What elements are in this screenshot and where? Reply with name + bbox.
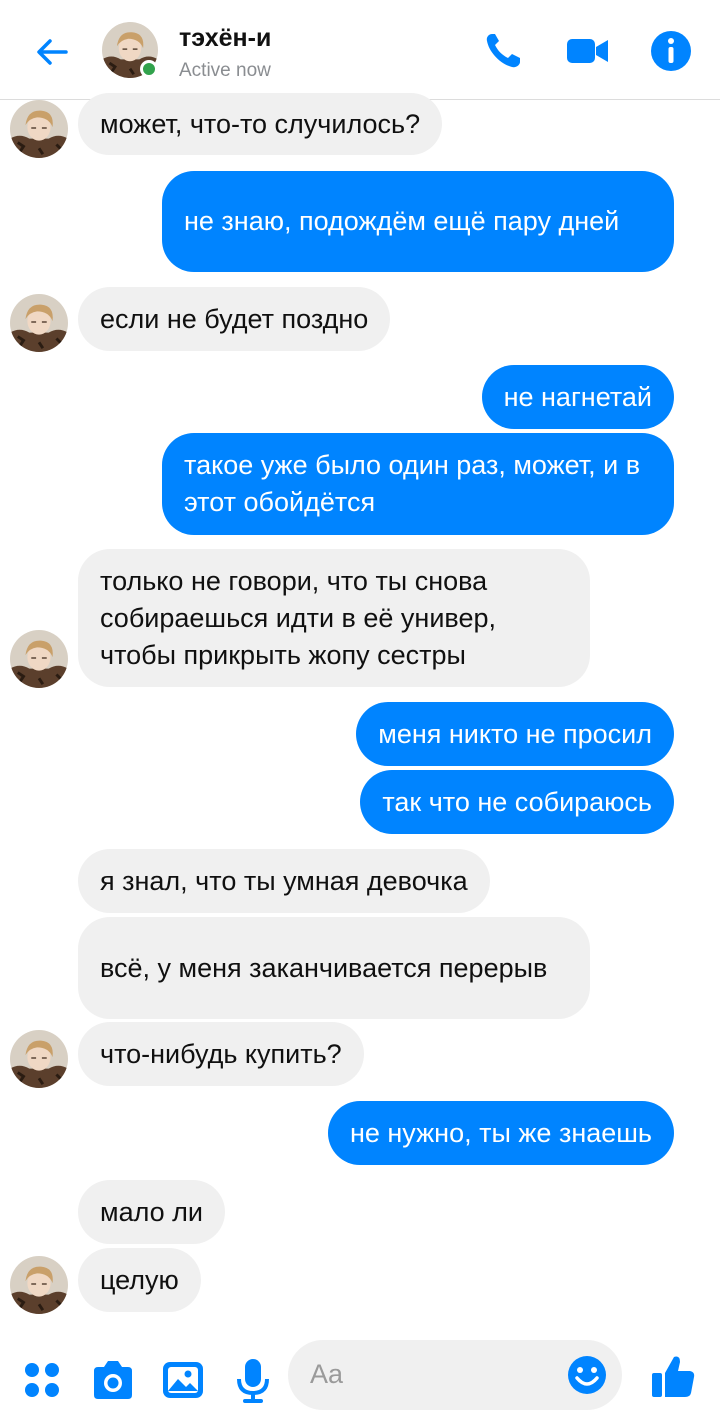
message-input-placeholder: Aa [310,1359,344,1389]
like-button[interactable] [648,1351,698,1401]
contact-avatar[interactable] [10,630,68,688]
phone-icon [486,34,520,68]
gallery-icon [163,1362,203,1398]
thumbs-up-icon [652,1356,695,1397]
message-outgoing: не нужно, ты же знаешь [327,1101,674,1165]
contact-status: Active now [179,60,271,81]
microphone-icon [237,1359,269,1403]
info-icon [651,31,691,71]
arrow-left-icon [37,39,68,65]
apps-button[interactable] [17,1355,67,1405]
message-outgoing: не знаю, подождём ещё пару дней [162,171,674,272]
contact-avatar[interactable] [10,1030,68,1088]
video-call-button[interactable] [564,28,610,74]
message-incoming: целую [78,1248,201,1312]
emoji-button[interactable] [562,1350,612,1400]
emoji-icon [568,1356,606,1394]
message-incoming: может, что-то случилось? [78,93,443,155]
gallery-button[interactable] [158,1355,208,1405]
apps-icon [25,1363,59,1397]
message-incoming: только не говори, что ты снова собираешь… [78,549,590,687]
camera-button[interactable] [88,1355,138,1405]
message-input[interactable]: Aa [288,1340,622,1410]
online-indicator [140,60,158,78]
message-incoming: мало ли [78,1180,225,1244]
contact-name[interactable]: тэхён-и [179,24,271,53]
video-camera-icon [567,39,608,63]
voice-message-button[interactable] [228,1355,278,1405]
back-button[interactable] [30,30,74,74]
message-outgoing: меня никто не просил [356,702,674,766]
message-incoming: если не будет поздно [78,287,391,351]
message-outgoing: не нагнетай [481,365,674,429]
camera-icon [94,1361,132,1399]
message-incoming: всё, у меня заканчивается перерыв [78,917,590,1019]
message-incoming: что-нибудь купить? [78,1022,364,1086]
message-outgoing: так что не собираюсь [360,770,674,834]
contact-avatar[interactable] [10,100,68,158]
message-incoming: я знал, что ты умная девочка [78,849,490,913]
contact-avatar[interactable] [10,294,68,352]
call-button[interactable] [480,28,526,74]
contact-avatar[interactable] [10,1256,68,1314]
composer-bar: Aa [0,1335,720,1424]
message-outgoing: такое уже было один раз, может, и в этот… [162,433,674,535]
chat-header: тэхён-и Active now [0,0,720,100]
info-button[interactable] [648,28,694,74]
